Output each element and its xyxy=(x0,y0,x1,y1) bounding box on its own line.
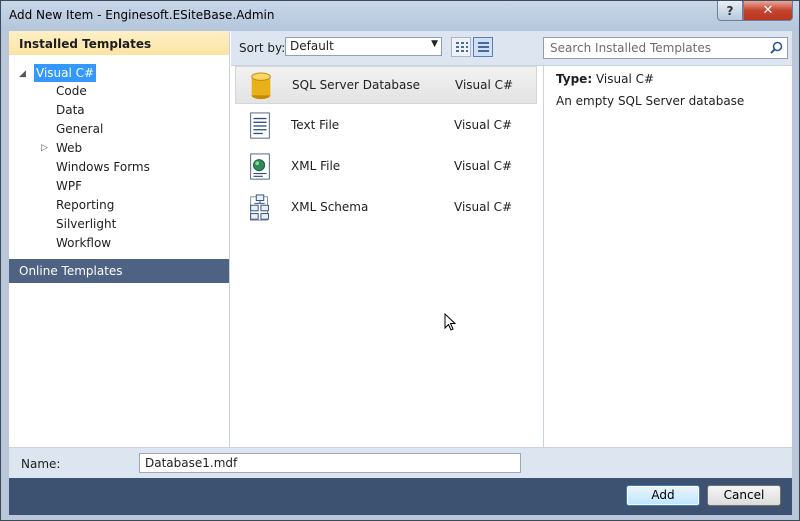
online-templates-header[interactable]: Online Templates xyxy=(9,259,229,283)
template-language: Visual C# xyxy=(454,159,513,173)
mouse-cursor-icon xyxy=(444,313,456,331)
tree-item-data[interactable]: Data xyxy=(56,101,85,119)
details-view-button[interactable] xyxy=(473,37,493,57)
tree-item-silverlight[interactable]: Silverlight xyxy=(56,215,116,233)
type-value: Visual C# xyxy=(595,72,655,86)
template-row-xml-file[interactable]: XML File Visual C# xyxy=(235,148,537,186)
tree-item-reporting[interactable]: Reporting xyxy=(56,196,114,214)
name-field[interactable]: Database1.mdf xyxy=(139,453,521,473)
template-list: SQL Server Database Visual C# Text File … xyxy=(231,66,544,447)
dropdown-arrow-icon: ▼ xyxy=(431,39,438,49)
template-row-text-file[interactable]: Text File Visual C# xyxy=(235,107,537,145)
name-label: Name: xyxy=(21,457,61,471)
sort-by-value: Default xyxy=(290,39,334,53)
template-categories-panel: Installed Templates ◢ Visual C# Code Dat… xyxy=(9,31,230,447)
type-line: Type: Visual C# xyxy=(556,72,654,86)
template-language: Visual C# xyxy=(455,78,514,92)
close-icon: ✕ xyxy=(762,3,774,18)
list-view-button[interactable] xyxy=(451,37,471,57)
template-details-panel: Type: Visual C# An empty SQL Server data… xyxy=(544,66,792,447)
help-button[interactable]: ? xyxy=(717,1,743,21)
tree-item-windows-forms[interactable]: Windows Forms xyxy=(56,158,150,176)
template-name: XML File xyxy=(291,159,341,173)
tree-item-code[interactable]: Code xyxy=(56,82,87,100)
search-icon[interactable] xyxy=(770,41,783,54)
xml-schema-icon xyxy=(250,194,269,221)
tree-item-web[interactable]: Web xyxy=(56,139,82,157)
xml-file-icon xyxy=(250,153,270,180)
name-bar: Name: Database1.mdf xyxy=(9,447,792,478)
expanded-arrow-icon[interactable]: ◢ xyxy=(19,69,26,79)
search-installed-templates-input[interactable]: Search Installed Templates xyxy=(543,37,788,59)
title-bar[interactable]: Add New Item - Enginesoft.ESiteBase.Admi… xyxy=(1,1,799,31)
tree-item-workflow[interactable]: Workflow xyxy=(56,234,111,252)
add-button[interactable]: Add xyxy=(626,485,700,506)
tree-item-visual-csharp[interactable]: Visual C# xyxy=(34,64,97,82)
cancel-button[interactable]: Cancel xyxy=(707,485,781,506)
tree-item-general[interactable]: General xyxy=(56,120,103,138)
dialog-footer: Add Cancel xyxy=(9,478,792,515)
template-language: Visual C# xyxy=(454,118,513,132)
dialog-client: Installed Templates ◢ Visual C# Code Dat… xyxy=(9,31,792,478)
template-name: XML Schema xyxy=(291,200,369,214)
text-file-icon xyxy=(250,112,270,139)
template-description: An empty SQL Server database xyxy=(556,94,745,108)
help-icon: ? xyxy=(726,3,734,18)
sort-by-dropdown[interactable]: Default ▼ xyxy=(285,37,442,56)
close-button[interactable]: ✕ xyxy=(743,1,793,21)
installed-templates-header[interactable]: Installed Templates xyxy=(9,31,229,55)
template-name: SQL Server Database xyxy=(292,78,420,92)
template-language: Visual C# xyxy=(454,200,513,214)
search-placeholder: Search Installed Templates xyxy=(550,41,711,55)
sort-by-label: Sort by: xyxy=(239,41,286,55)
template-toolbar: Sort by: Default ▼ Search Installed Temp… xyxy=(231,31,792,66)
tree-item-wpf[interactable]: WPF xyxy=(56,177,82,195)
collapsed-arrow-icon[interactable]: ▷ xyxy=(41,143,48,153)
add-new-item-dialog: Add New Item - Enginesoft.ESiteBase.Admi… xyxy=(0,0,800,521)
window-title: Add New Item - Enginesoft.ESiteBase.Admi… xyxy=(9,8,275,22)
template-row-sql-server-database[interactable]: SQL Server Database Visual C# xyxy=(235,66,537,104)
template-name: Text File xyxy=(291,118,340,132)
database-icon xyxy=(251,72,271,100)
template-row-xml-schema[interactable]: XML Schema Visual C# xyxy=(235,189,537,227)
type-label: Type: xyxy=(556,72,593,86)
